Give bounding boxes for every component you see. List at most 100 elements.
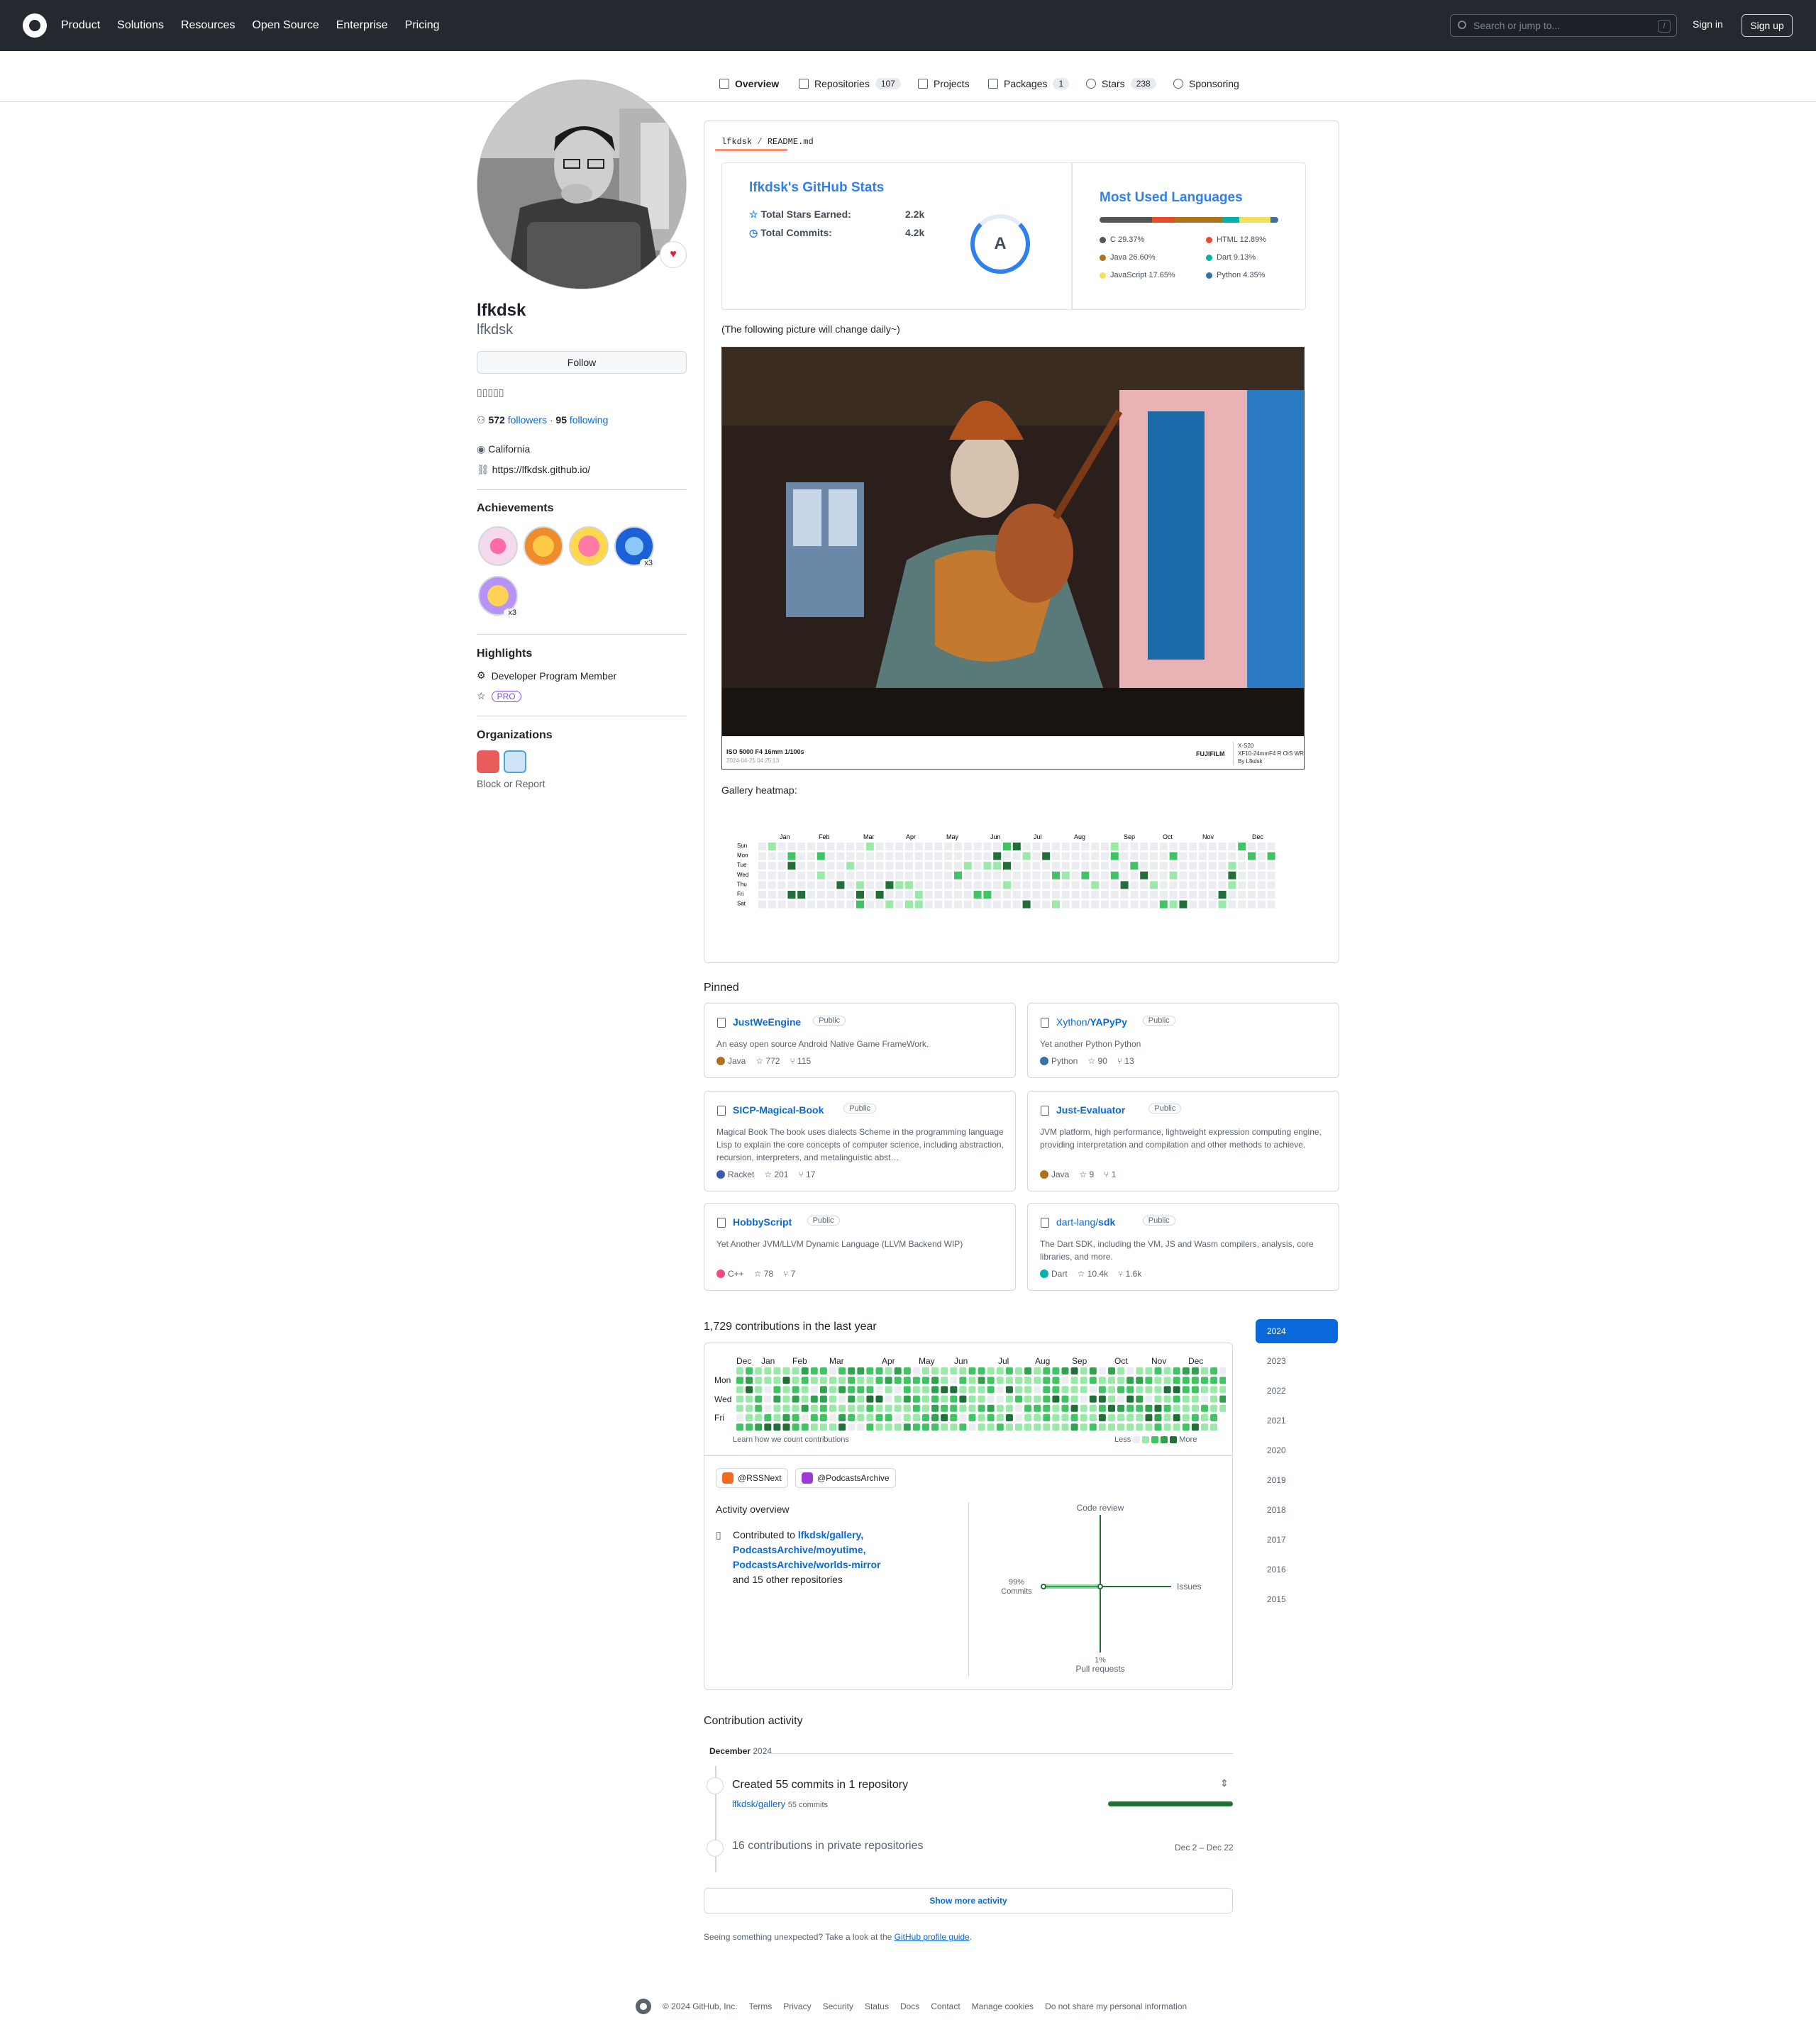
contribution-day-cell[interactable] [1108,1395,1115,1403]
gallery-day-cell[interactable] [1032,852,1041,860]
gallery-day-cell[interactable] [865,881,874,889]
gallery-day-cell[interactable] [856,881,864,889]
contribution-day-cell[interactable] [1126,1414,1134,1421]
contribution-day-cell[interactable] [764,1386,772,1394]
gallery-day-cell[interactable] [885,891,894,899]
following-link[interactable]: 95 following [555,414,608,426]
contribution-day-cell[interactable] [782,1377,790,1384]
contribution-day-cell[interactable] [1089,1404,1097,1412]
gallery-day-cell[interactable] [934,900,943,909]
contribution-day-cell[interactable] [922,1377,929,1384]
gallery-day-cell[interactable] [1081,862,1090,870]
gallery-day-cell[interactable] [846,852,855,860]
gallery-day-cell[interactable] [905,862,913,870]
gallery-day-cell[interactable] [914,843,923,850]
gallery-day-cell[interactable] [787,871,796,879]
gallery-day-cell[interactable] [1110,852,1119,860]
footer-link[interactable]: Do not share my personal information [1045,2001,1187,2011]
contribution-day-cell[interactable] [773,1404,781,1412]
year-link-2018[interactable]: 2018 [1256,1498,1338,1522]
gallery-day-cell[interactable] [1120,852,1129,860]
contribution-day-cell[interactable] [1219,1395,1227,1403]
gallery-day-cell[interactable] [846,881,855,889]
tab-packages[interactable]: Packages 1 [988,78,1070,89]
gallery-day-cell[interactable] [826,871,835,879]
contribution-day-cell[interactable] [1136,1414,1144,1421]
heart-on-sleeve-badge[interactable] [478,526,518,566]
gallery-day-cell[interactable] [1169,852,1178,860]
contribution-day-cell[interactable] [1080,1395,1087,1403]
footer-link[interactable]: Terms [749,2001,773,2011]
contribution-day-cell[interactable] [912,1367,920,1374]
year-link-2024[interactable]: 2024 [1256,1319,1338,1343]
contribution-day-cell[interactable] [819,1414,827,1421]
contribution-day-cell[interactable] [1163,1395,1171,1403]
gallery-day-cell[interactable] [1012,881,1021,889]
gallery-day-cell[interactable] [1091,900,1100,909]
gallery-day-cell[interactable] [1189,900,1197,909]
gallery-day-cell[interactable] [856,843,864,850]
contribution-day-cell[interactable] [1117,1386,1125,1394]
contribution-day-cell[interactable] [764,1414,772,1421]
contribution-day-cell[interactable] [866,1404,874,1412]
show-more-activity-button[interactable]: Show more activity [704,1888,1233,1914]
gallery-day-cell[interactable] [885,881,894,889]
contribution-day-cell[interactable] [1163,1404,1171,1412]
contribution-day-cell[interactable] [810,1423,818,1431]
contribution-day-cell[interactable] [1201,1395,1208,1403]
gallery-day-cell[interactable] [1071,843,1080,850]
contribution-day-cell[interactable] [987,1386,995,1394]
gallery-day-cell[interactable] [1052,871,1060,879]
contribution-day-cell[interactable] [1145,1404,1153,1412]
contribution-day-cell[interactable] [950,1423,958,1431]
contribution-day-cell[interactable] [764,1367,772,1374]
gallery-day-cell[interactable] [1071,852,1080,860]
gallery-day-cell[interactable] [885,871,894,879]
gallery-day-cell[interactable] [934,881,943,889]
gallery-day-cell[interactable] [1189,843,1197,850]
gallery-day-cell[interactable] [944,891,953,899]
gallery-day-cell[interactable] [856,852,864,860]
gallery-day-cell[interactable] [787,843,796,850]
gallery-day-cell[interactable] [1071,881,1080,889]
footer-link[interactable]: Contact [931,2001,960,2011]
gallery-day-cell[interactable] [816,852,825,860]
gallery-day-cell[interactable] [1052,900,1060,909]
gallery-day-cell[interactable] [1042,843,1051,850]
gallery-day-cell[interactable] [807,881,815,889]
contribution-day-cell[interactable] [1201,1423,1208,1431]
gallery-day-cell[interactable] [1012,871,1021,879]
gallery-day-cell[interactable] [777,871,786,879]
repo-forks[interactable]: ⑂ 13 [1117,1056,1134,1066]
gallery-day-cell[interactable] [914,871,923,879]
contribution-day-cell[interactable] [838,1414,846,1421]
contribution-day-cell[interactable] [736,1414,743,1421]
contribution-day-cell[interactable] [968,1386,976,1394]
gallery-day-cell[interactable] [1042,881,1051,889]
contribution-day-cell[interactable] [1005,1377,1013,1384]
gallery-day-cell[interactable] [1130,900,1139,909]
pinned-repo-link[interactable]: Xython/YAPyPy [1056,1016,1127,1028]
contribution-day-cell[interactable] [857,1367,865,1374]
gallery-day-cell[interactable] [816,862,825,870]
gallery-day-cell[interactable] [758,871,766,879]
contribution-day-cell[interactable] [968,1423,976,1431]
gallery-day-cell[interactable] [1101,852,1109,860]
gallery-day-cell[interactable] [983,900,992,909]
contribution-day-cell[interactable] [931,1386,939,1394]
gallery-day-cell[interactable] [1071,891,1080,899]
gallery-day-cell[interactable] [1257,900,1266,909]
contribution-day-cell[interactable] [931,1404,939,1412]
gallery-day-cell[interactable] [1150,891,1158,899]
contribution-day-cell[interactable] [773,1414,781,1421]
contribution-day-cell[interactable] [1024,1423,1032,1431]
contribution-day-cell[interactable] [782,1414,790,1421]
gallery-day-cell[interactable] [924,862,933,870]
gallery-day-cell[interactable] [1032,843,1041,850]
contribution-day-cell[interactable] [1191,1395,1199,1403]
gallery-day-cell[interactable] [1159,881,1168,889]
contribution-day-cell[interactable] [1145,1423,1153,1431]
contribution-day-cell[interactable] [1005,1423,1013,1431]
contribution-day-cell[interactable] [1005,1367,1013,1374]
gallery-day-cell[interactable] [973,852,982,860]
